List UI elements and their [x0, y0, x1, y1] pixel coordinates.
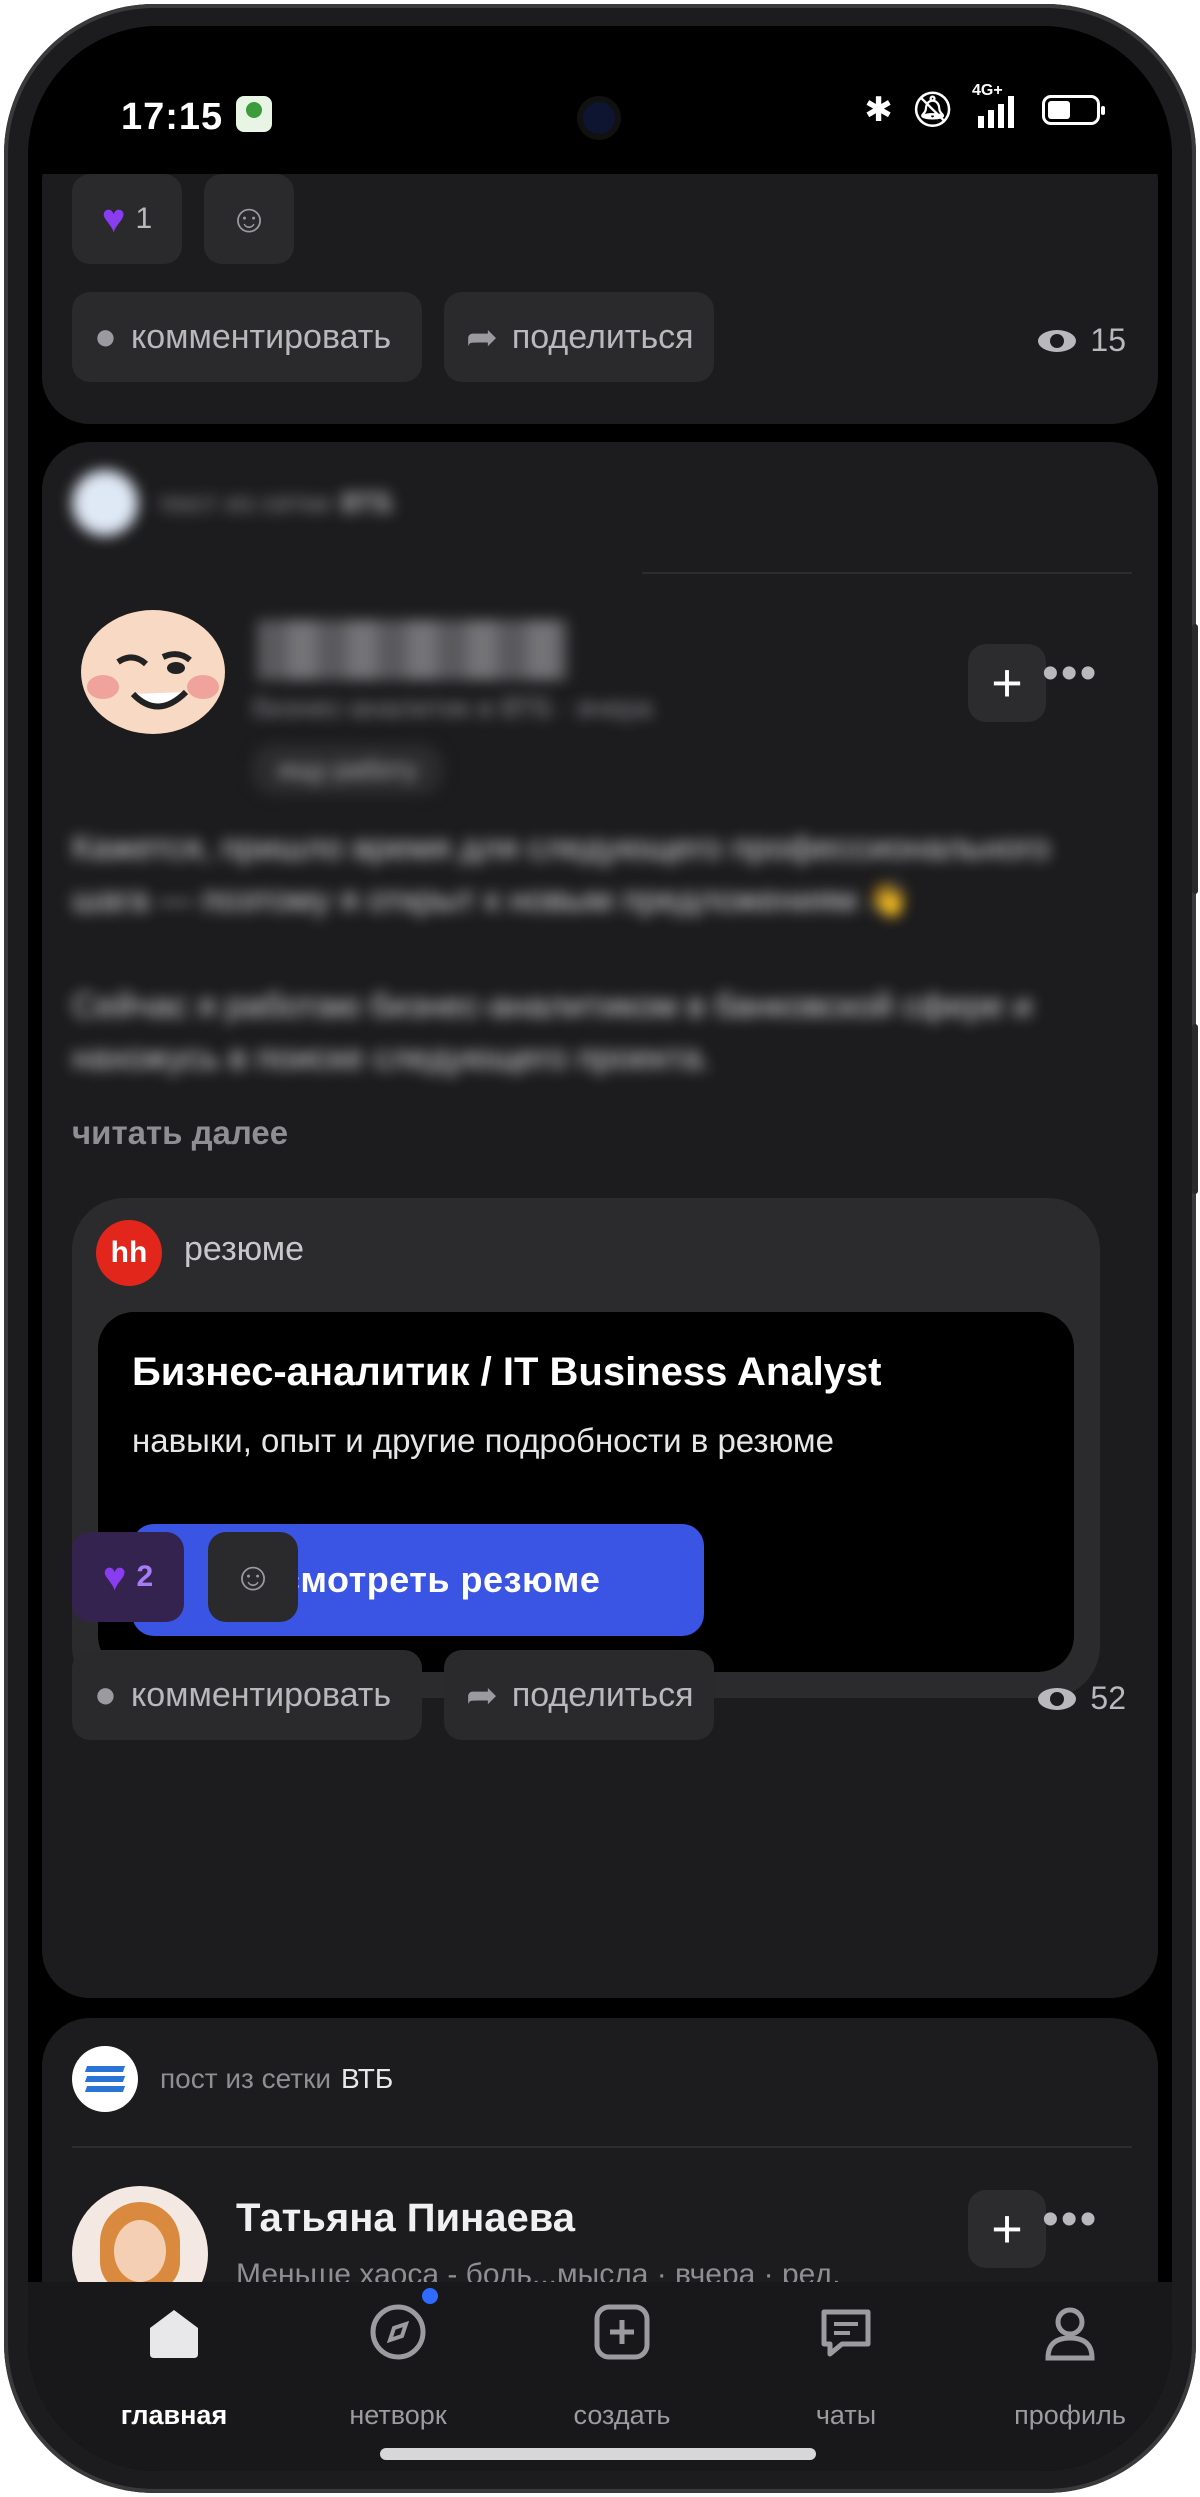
feed[interactable]: ♥ 1 ☺ ● комментировать ➦ поделиться 15 п… — [28, 174, 1172, 2282]
add-emoji-icon: ☺ — [232, 1554, 274, 1599]
tab-label: профиль — [1014, 2400, 1126, 2430]
avatar-emoji-icon — [81, 610, 225, 734]
source-prefix: пост из сетки — [160, 2063, 331, 2094]
tab-home[interactable]: главная — [64, 2282, 284, 2442]
avatar-face — [114, 2220, 166, 2282]
status-bar: 17:15 ✱ 🔕︎ 4G+ — [28, 26, 1172, 174]
read-more-link[interactable]: читать далее — [72, 1114, 288, 1152]
comment-label: комментировать — [130, 317, 392, 356]
share-icon: ➦ — [466, 1674, 498, 1717]
heart-icon: ♥ — [101, 196, 126, 241]
front-camera — [583, 102, 615, 134]
status-badge: ищу работу — [252, 744, 444, 795]
vtb-logo — [72, 2046, 138, 2112]
views-counter: 15 — [1038, 322, 1126, 359]
source-name[interactable]: ВТБ — [341, 2063, 393, 2095]
views-counter: 52 — [1038, 1680, 1126, 1717]
tab-network[interactable]: нетворк — [288, 2282, 508, 2442]
add-square-icon — [594, 2304, 650, 2360]
tab-label: главная — [120, 2400, 228, 2430]
reaction-count: 2 — [136, 1560, 154, 1593]
author-name[interactable]: Татьяна Пинаева — [236, 2196, 575, 2241]
share-button[interactable]: ➦ поделиться — [444, 292, 714, 382]
comment-button[interactable]: ● комментировать — [72, 292, 422, 382]
like-reaction-active[interactable]: ♥ 2 — [72, 1532, 184, 1622]
reaction-count: 1 — [135, 202, 153, 235]
resume-tag: резюме — [184, 1230, 305, 1268]
resume-card[interactable]: hh резюме Бизнес-аналитик / IT Business … — [72, 1198, 1100, 1698]
share-button[interactable]: ➦ поделиться — [444, 1650, 714, 1740]
heart-icon: ♥ — [102, 1554, 127, 1599]
author-subtitle: бизнес-аналитик в ВТБ · вчера — [252, 692, 653, 723]
comment-icon: ● — [94, 315, 117, 358]
post-text-1: Кажется, пришло время для следующего про… — [72, 829, 1050, 919]
tab-label: создать — [573, 2400, 671, 2430]
post-source-row: пост из сетки ВТБ — [72, 2046, 393, 2112]
battery-icon — [1042, 95, 1105, 125]
author-name-pixelated[interactable] — [257, 620, 567, 680]
vtb-logo — [72, 470, 138, 536]
bell-muted-icon: 🔕︎ — [910, 91, 954, 129]
hh-logo: hh — [96, 1220, 162, 1286]
screen: 17:15 ✱ 🔕︎ 4G+ ♥ 1 ☺ ● комментировать ➦ … — [28, 26, 1172, 2471]
share-label: поделиться — [511, 317, 694, 356]
source-prefix: пост из сетки — [160, 487, 331, 518]
more-options-button[interactable]: ••• — [1042, 2196, 1098, 2244]
author-subtitle: Меньше хаоса - боль...мысла · вчера · ре… — [236, 2258, 841, 2282]
tab-label: чаты — [815, 2400, 877, 2430]
follow-button[interactable]: + — [968, 644, 1046, 722]
comment-button[interactable]: ● комментировать — [72, 1650, 422, 1740]
tab-chats[interactable]: чаты — [736, 2282, 956, 2442]
follow-button[interactable]: + — [968, 2190, 1046, 2268]
phone-frame: 17:15 ✱ 🔕︎ 4G+ ♥ 1 ☺ ● комментировать ➦ … — [4, 4, 1198, 2493]
status-icons: ✱ 🔕︎ 4G+ — [864, 82, 1105, 130]
profile-icon — [1045, 2307, 1095, 2361]
notification-dot — [422, 2288, 438, 2304]
resume-title: Бизнес-аналитик / IT Business Analyst — [132, 1350, 882, 1394]
like-reaction[interactable]: ♥ 1 — [72, 174, 182, 264]
post-card-top: ♥ 1 ☺ ● комментировать ➦ поделиться 15 — [42, 174, 1158, 424]
share-icon: ➦ — [466, 316, 498, 359]
bluetooth-icon: ✱ — [864, 91, 893, 129]
post-text-2: Сейчас я работаю бизнес-аналитиком в бан… — [72, 987, 1033, 1077]
notification-app-icon — [236, 96, 272, 132]
share-label: поделиться — [511, 1675, 694, 1714]
views-count: 15 — [1090, 322, 1126, 358]
comment-label: комментировать — [130, 1675, 392, 1714]
add-emoji-icon: ☺ — [228, 196, 270, 241]
tab-create[interactable]: создать — [512, 2282, 732, 2442]
eye-icon — [1038, 329, 1077, 352]
source-divider — [72, 2146, 1132, 2148]
post-card-bottom: пост из сетки ВТБ Татьяна Пинаева Меньше… — [42, 2018, 1158, 2282]
power-button — [1192, 1024, 1198, 1194]
chat-icon — [821, 2309, 871, 2357]
more-options-button[interactable]: ••• — [1042, 650, 1098, 698]
source-divider — [642, 572, 1132, 574]
source-name[interactable]: ВТБ — [341, 487, 393, 519]
author-avatar[interactable] — [72, 2186, 208, 2282]
status-time: 17:15 — [121, 96, 224, 138]
add-reaction-button[interactable]: ☺ — [208, 1532, 298, 1622]
signal-group: 4G+ — [972, 82, 1024, 130]
comment-icon: ● — [94, 1673, 117, 1716]
tab-label: нетворк — [349, 2400, 447, 2430]
resume-subtitle: навыки, опыт и другие подробности в резю… — [132, 1422, 834, 1459]
bottom-tab-bar: главная нетворк создать чаты профиль — [28, 2282, 1172, 2471]
post-card-main: пост из сетки ВТБ бизнес-аналитик в ВТБ … — [42, 442, 1158, 1998]
volume-button — [1192, 624, 1198, 894]
tab-profile[interactable]: профиль — [960, 2282, 1172, 2442]
compass-icon — [370, 2304, 426, 2360]
post-source-row: пост из сетки ВТБ — [72, 470, 393, 536]
home-icon — [150, 2310, 198, 2358]
eye-icon — [1038, 1687, 1077, 1710]
add-reaction-button[interactable]: ☺ — [204, 174, 294, 264]
signal-icon — [978, 96, 1014, 128]
views-count: 52 — [1090, 1680, 1126, 1716]
home-indicator[interactable] — [380, 2448, 816, 2460]
author-avatar[interactable] — [78, 602, 228, 737]
